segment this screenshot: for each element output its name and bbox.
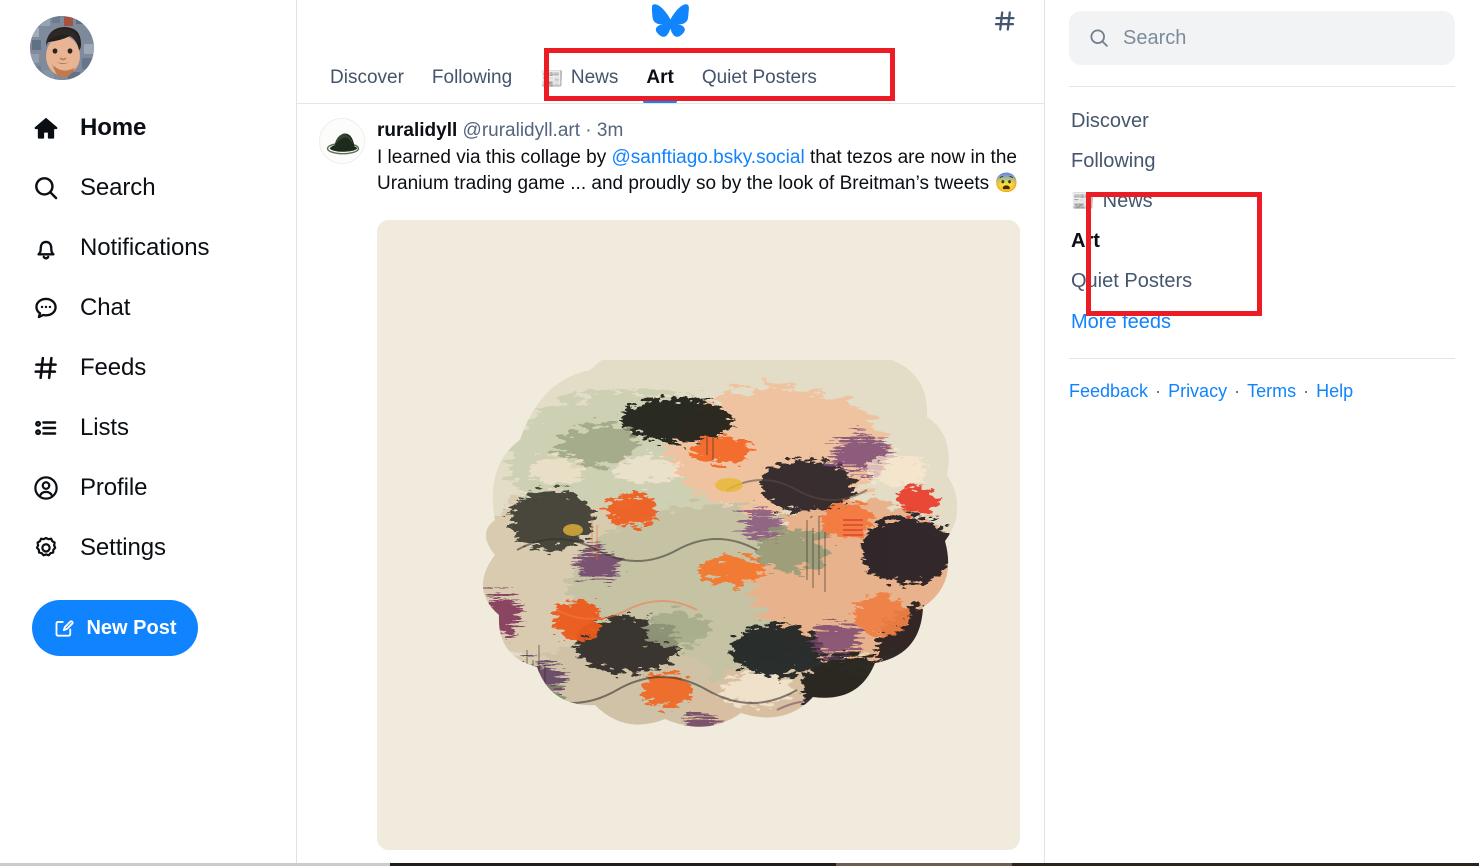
sidebar-item-label: Search [80,174,156,201]
gear-icon [30,532,62,564]
tab-label: Discover [330,67,404,89]
feed-link-label: Discover [1071,110,1149,132]
sidebar-item-chat[interactable]: Chat [0,278,296,338]
right-sidebar: Discover Following 📰 News Art Quiet Post… [1045,0,1479,866]
feed-link-following[interactable]: Following [1069,141,1455,181]
post-text-before: I learned via this collage by [377,146,612,168]
compose-pencil-icon [53,617,75,639]
feedback-link[interactable]: Feedback [1069,381,1148,402]
newspaper-icon: 📰 [540,69,564,90]
feed-link-quiet-posters[interactable]: Quiet Posters [1069,261,1455,301]
help-link[interactable]: Help [1316,381,1353,402]
bluesky-butterfly-logo [651,4,689,42]
new-post-label: New Post [86,616,177,639]
more-feeds-row: More feeds [1069,301,1455,344]
search-box[interactable] [1069,11,1455,65]
tab-label: Following [431,67,513,89]
sidebar-item-label: Feeds [80,354,147,381]
feed-link-discover[interactable]: Discover [1069,101,1455,141]
feed-link-news[interactable]: 📰 News [1069,181,1455,221]
legal-separator: · [1303,381,1310,401]
bluesky-app: Home Search Notifications Chat Feeds Lis… [0,0,1479,866]
terms-link[interactable]: Terms [1247,381,1296,402]
hashtag-icon [992,8,1018,39]
sidebar-item-label: Profile [80,474,148,501]
new-post-button[interactable]: New Post [32,600,198,656]
search-icon [1088,27,1110,49]
sidebar-item-label: Lists [80,414,129,441]
sidebar-item-label: Chat [80,294,131,321]
post-author-handle[interactable]: @ruralidyll.art [463,120,580,141]
tab-discover[interactable]: Discover [316,46,418,103]
search-icon [30,172,62,204]
post-meta: ruralidyll @ruralidyll.art · 3m [377,119,1024,143]
more-feeds-link[interactable]: More feeds [1069,301,1173,344]
feed-link-label: Art [1071,230,1100,252]
feed-link-label: Quiet Posters [1071,270,1193,292]
sidebar-item-profile[interactable]: Profile [0,458,296,518]
feed-link-art[interactable]: Art [1069,221,1455,261]
home-icon [30,112,62,144]
hashtag-icon [30,352,62,384]
tab-label: Quiet Posters [701,67,817,89]
post-author-name[interactable]: ruralidyll [377,120,457,141]
post-text: I learned via this collage by @sanftiago… [377,145,1024,198]
bell-icon [30,232,62,264]
tab-following[interactable]: Following [418,46,526,103]
post-timestamp[interactable]: 3m [597,120,623,141]
legal-separator: · [1155,381,1162,401]
sidebar-item-label: Notifications [80,234,210,261]
sidebar-item-feeds[interactable]: Feeds [0,338,296,398]
feed-header: Discover Following 📰 News Art Quiet Post… [297,0,1044,104]
logo-row [297,0,1044,46]
legal-separator: · [1234,381,1241,401]
avatar-container [0,8,296,80]
feed-links-list: Discover Following 📰 News Art Quiet Post… [1069,87,1455,344]
left-sidebar: Home Search Notifications Chat Feeds Lis… [0,0,296,866]
sidebar-item-label: Home [80,114,147,141]
tab-art[interactable]: Art [632,46,687,103]
post-image[interactable] [377,219,1020,850]
legal-links: Feedback · Privacy · Terms · Help [1069,359,1455,402]
profile-circle-icon [30,472,62,504]
tab-label: Art [646,67,674,89]
feed-link-label: Following [1071,150,1156,172]
feed-column: Discover Following 📰 News Art Quiet Post… [296,0,1045,866]
meta-separator: · [585,120,592,141]
feeds-hashtag-button[interactable] [988,6,1022,40]
sidebar-item-label: Settings [80,534,166,561]
newspaper-icon: 📰 [1071,190,1095,212]
sidebar-item-home[interactable]: Home [0,98,296,158]
search-input[interactable] [1123,26,1436,50]
post-body: ruralidyll @ruralidyll.art · 3m I learne… [377,118,1024,850]
avatar[interactable] [30,16,94,80]
post-author-avatar[interactable] [319,118,365,164]
sidebar-item-search[interactable]: Search [0,158,296,218]
tab-news[interactable]: 📰 News [526,46,632,103]
chat-bubble-icon [30,292,62,324]
privacy-link[interactable]: Privacy [1168,381,1227,402]
post-mention-link[interactable]: @sanftiago.bsky.social [611,147,804,168]
primary-navigation: Home Search Notifications Chat Feeds Lis… [0,98,296,578]
sidebar-item-settings[interactable]: Settings [0,518,296,578]
post[interactable]: ruralidyll @ruralidyll.art · 3m I learne… [297,104,1044,850]
feed-tabs: Discover Following 📰 News Art Quiet Post… [297,46,1044,103]
sidebar-item-notifications[interactable]: Notifications [0,218,296,278]
sidebar-item-lists[interactable]: Lists [0,398,296,458]
tab-label: News [570,67,619,89]
tab-quiet-posters[interactable]: Quiet Posters [688,46,831,103]
list-icon [30,412,62,444]
feed-link-label: News [1102,190,1153,212]
